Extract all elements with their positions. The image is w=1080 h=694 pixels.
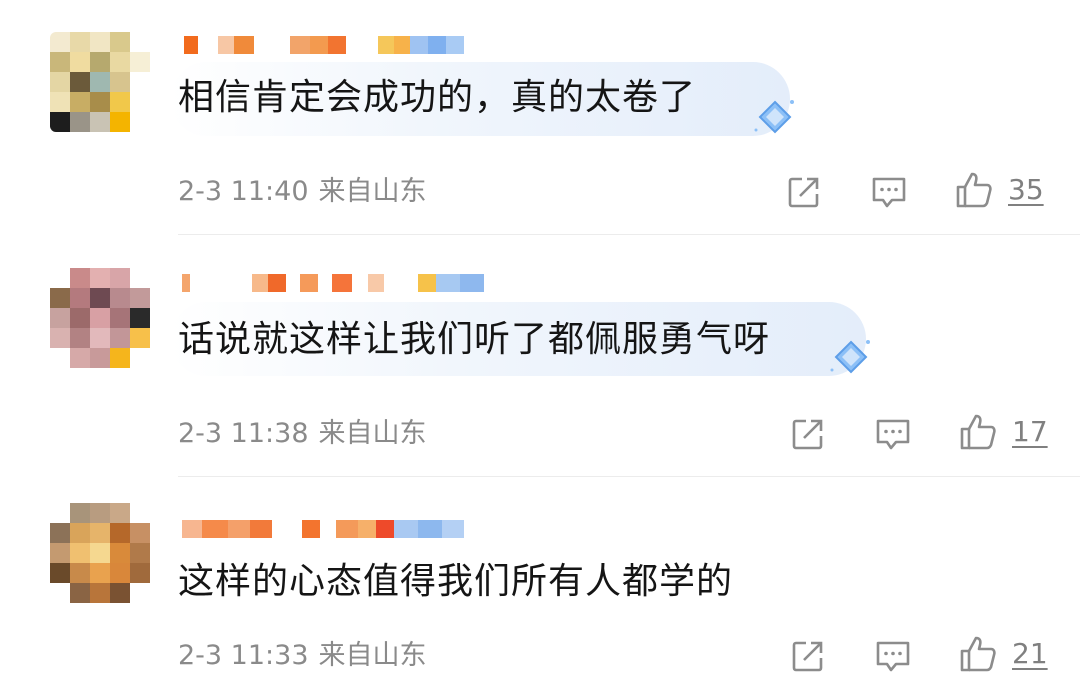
comment-meta: 2-3 11:33 来自山东 bbox=[178, 639, 427, 673]
comment-text: 这样的心态值得我们所有人都学的 bbox=[178, 561, 734, 602]
reply-button[interactable] bbox=[874, 636, 912, 676]
comment-icon bbox=[876, 641, 910, 672]
like-count: 21 bbox=[1012, 637, 1048, 670]
comment-location: 来自山东 bbox=[318, 640, 427, 671]
repost-icon bbox=[792, 641, 823, 672]
comment-item: 这样的心态值得我们所有人都学的 2-3 11:33 来自山东 21 bbox=[0, 0, 1080, 694]
comment-time: 2-3 11:33 bbox=[178, 640, 309, 671]
username-obscured[interactable] bbox=[180, 518, 464, 540]
repost-button[interactable] bbox=[790, 636, 826, 676]
avatar[interactable] bbox=[50, 503, 150, 603]
thumbs-up-icon bbox=[960, 636, 996, 672]
like-button[interactable]: 21 bbox=[958, 634, 1048, 674]
